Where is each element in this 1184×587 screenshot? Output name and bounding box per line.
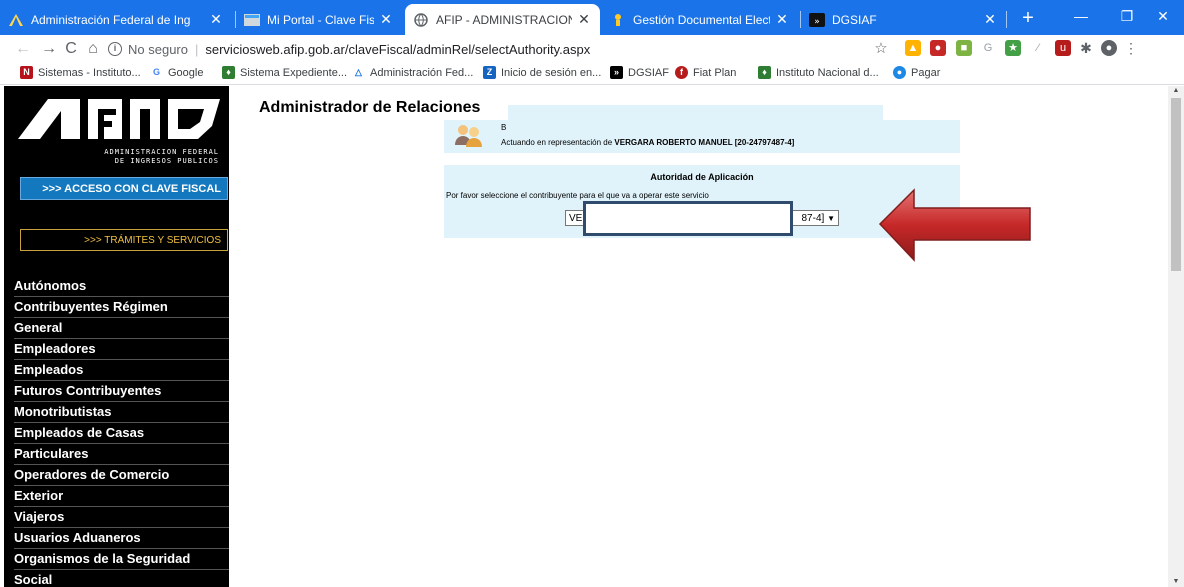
instituto-icon: ♦ [758, 66, 771, 79]
google-translate-icon[interactable]: G [980, 40, 996, 56]
sidebar-item-futuros-contribuyentes[interactable]: Futuros Contribuyentes [4, 381, 229, 402]
address-bar[interactable]: i No seguro | serviciosweb.afip.gob.ar/c… [108, 37, 898, 61]
sidebar-item-operadores-comercio-exterior[interactable]: Operadores de Comercio Exterior [4, 465, 229, 507]
reload-icon[interactable]: C [60, 38, 82, 60]
z-icon: Z [483, 66, 496, 79]
close-tab-icon[interactable]: ✕ [208, 11, 224, 28]
sidebar-item-autonomos[interactable]: Autónomos [4, 276, 229, 297]
page-content: ADMINISTRACION FEDERAL DE INGRESOS PUBLI… [0, 86, 1168, 587]
chevron-down-icon: ▼ [827, 213, 835, 223]
sidebar: ADMINISTRACION FEDERAL DE INGRESOS PUBLI… [4, 86, 229, 587]
url-text: serviciosweb.afip.gob.ar/claveFiscal/adm… [205, 41, 591, 57]
user-initial: B [501, 123, 507, 132]
forward-icon[interactable]: → [38, 38, 60, 60]
extension-1-icon[interactable]: ▲ [905, 40, 921, 56]
bookmark-pagar[interactable]: ● Pagar [893, 66, 940, 79]
page-scrollbar[interactable]: ▲ ▼ [1168, 86, 1184, 587]
extensions-puzzle-icon[interactable]: ✱ [1078, 40, 1094, 56]
afip-icon [8, 12, 24, 28]
address-separator: | [194, 41, 199, 57]
globe-icon [413, 12, 429, 28]
sidebar-item-empleados-casas-particulares[interactable]: Empleados de Casas Particulares [4, 423, 229, 465]
scroll-thumb[interactable] [1171, 98, 1181, 271]
dgsiaf-icon: » [610, 66, 623, 79]
acceso-clave-fiscal-button[interactable]: >>> ACCESO CON CLAVE FISCAL [20, 177, 228, 200]
menu-kebab-icon[interactable]: ⋮ [1123, 40, 1139, 56]
shield-extension-icon[interactable]: ● [930, 40, 946, 56]
tab-afip-active[interactable]: AFIP - ADMINISTRACION FEDE ✕ [405, 4, 600, 35]
svg-text:»: » [814, 17, 820, 27]
bookmark-dgsiaf[interactable]: » DGSIAF [610, 66, 669, 79]
representation-text: Actuando en representación de VERGARA RO… [501, 138, 795, 147]
minimize-icon[interactable]: — [1058, 0, 1104, 32]
tab-mi-portal[interactable]: Mi Portal - Clave Fiscal ✕ [236, 4, 402, 35]
auth-title: Autoridad de Aplicación [650, 172, 754, 182]
bookmark-sistemas[interactable]: N Sistemas - Instituto... [20, 66, 141, 79]
sidebar-item-monotributistas[interactable]: Monotributistas [4, 402, 229, 423]
close-tab-icon[interactable]: ✕ [576, 11, 592, 28]
google-icon: G [150, 66, 163, 79]
tab-dgsiaf[interactable]: » DGSIAF ✕ [801, 4, 1006, 35]
dgsiaf-icon: » [809, 12, 825, 28]
close-tab-icon[interactable]: ✕ [982, 11, 998, 28]
scroll-up-icon[interactable]: ▲ [1168, 86, 1184, 96]
tab-afip-home[interactable]: Administración Federal de Ing ✕ [0, 4, 232, 35]
bookmark-inicio-sesion[interactable]: Z Inicio de sesión en... [483, 66, 601, 79]
sidebar-item-usuarios-aduaneros[interactable]: Usuarios Aduaneros [4, 528, 229, 549]
ublock-icon[interactable]: u [1055, 40, 1071, 56]
bookmark-star-icon[interactable]: ☆ [870, 38, 892, 60]
bookmark-afip[interactable]: △ Administración Fed... [352, 66, 473, 79]
auth-prompt: Por favor seleccione el contribuyente pa… [446, 191, 709, 200]
sidebar-item-empleadores[interactable]: Empleadores [4, 339, 229, 360]
fiat-icon: f [675, 66, 688, 79]
tab-gde[interactable]: Gestión Documental Electrónic ✕ [602, 4, 798, 35]
extension-5-icon[interactable]: ★ [1005, 40, 1021, 56]
profile-avatar-icon[interactable]: ● [1101, 40, 1117, 56]
expediente-icon: ♦ [222, 66, 235, 79]
redaction-overlay-top [508, 105, 883, 137]
browser-toolbar: ← → C ⌂ i No seguro | serviciosweb.afip.… [0, 35, 1184, 63]
close-tab-icon[interactable]: ✕ [378, 11, 394, 28]
browser-tab-strip: Administración Federal de Ing ✕ Mi Porta… [0, 0, 1184, 35]
scroll-down-icon[interactable]: ▼ [1168, 577, 1184, 587]
afip-logo: ADMINISTRACION FEDERAL DE INGRESOS PUBLI… [4, 86, 229, 176]
new-tab-button[interactable]: + [1015, 6, 1041, 32]
afip-icon: △ [352, 66, 365, 79]
bookmark-google[interactable]: G Google [150, 66, 203, 79]
security-label: No seguro [128, 41, 188, 57]
bookmark-instituto[interactable]: ♦ Instituto Nacional d... [758, 66, 879, 79]
close-tab-icon[interactable]: ✕ [774, 11, 790, 28]
tab-separator [1006, 11, 1007, 28]
pagar-icon: ● [893, 66, 906, 79]
sidebar-menu: Autónomos Contribuyentes Régimen General… [4, 276, 229, 587]
sidebar-item-organismos-seguridad-social[interactable]: Organismos de la Seguridad Social [4, 549, 229, 587]
logo-subtitle: ADMINISTRACION FEDERAL DE INGRESOS PUBLI… [104, 148, 219, 165]
close-window-icon[interactable]: ✕ [1140, 0, 1184, 32]
users-icon [454, 123, 484, 147]
home-icon[interactable]: ⌂ [82, 38, 104, 60]
gde-icon [610, 12, 626, 28]
info-icon[interactable]: i [108, 42, 122, 56]
red-arrow-annotation [878, 188, 1034, 262]
page-title: Administrador de Relaciones [259, 99, 481, 116]
bookmark-fiat-plan[interactable]: f Fiat Plan [675, 66, 736, 79]
extension-6-icon[interactable]: ⁄ [1030, 40, 1046, 56]
redaction-box [583, 201, 793, 236]
sidebar-item-contribuyentes-regimen-general[interactable]: Contribuyentes Régimen General [4, 297, 229, 339]
bookmarks-bar: N Sistemas - Instituto... G Google ♦ Sis… [0, 63, 1184, 85]
tramites-servicios-button[interactable]: >>> TRÁMITES Y SERVICIOS [20, 229, 228, 251]
portal-icon [244, 12, 260, 28]
bookmark-expediente[interactable]: ♦ Sistema Expediente... [222, 66, 347, 79]
sidebar-item-empleados[interactable]: Empleados [4, 360, 229, 381]
inv-icon: N [20, 66, 33, 79]
extension-3-icon[interactable]: ■ [956, 40, 972, 56]
sidebar-item-viajeros[interactable]: Viajeros [4, 507, 229, 528]
back-icon[interactable]: ← [12, 38, 34, 60]
